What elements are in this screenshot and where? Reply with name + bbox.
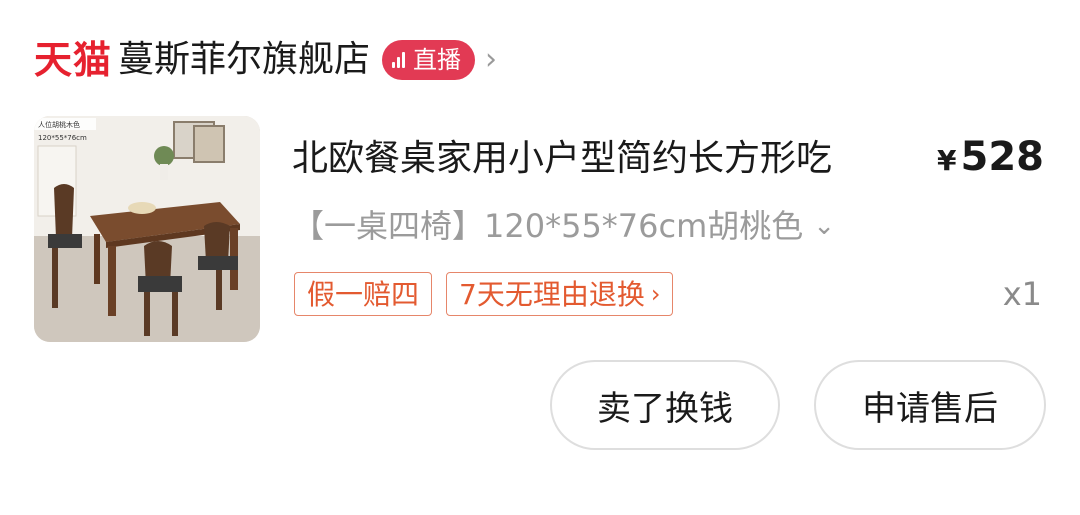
product-price: ¥ 528	[937, 134, 1044, 180]
tag-label: 7天无理由退换	[459, 277, 645, 311]
tag-return-policy[interactable]: 7天无理由退换 ›	[446, 272, 674, 316]
product-thumbnail[interactable]: 人位胡桃木色 120*55*76cm	[34, 116, 260, 342]
live-bars-icon	[392, 52, 407, 68]
live-badge-label: 直播	[413, 46, 462, 74]
live-badge[interactable]: 直播	[382, 40, 476, 80]
service-tags: 假一赔四 7天无理由退换 ›	[294, 272, 687, 316]
chevron-right-icon: ›	[650, 279, 661, 308]
price-currency-symbol: ¥	[937, 144, 957, 177]
sell-button[interactable]: 卖了换钱	[550, 360, 780, 450]
price-value: 528	[960, 134, 1045, 180]
shop-header[interactable]: 天猫 蔓斯菲尔旗舰店 直播 ›	[34, 34, 497, 86]
chevron-right-icon[interactable]: ›	[485, 45, 497, 75]
sku-text: 【一桌四椅】120*55*76cm胡桃色	[292, 207, 804, 245]
tmall-logo: 天猫	[34, 38, 113, 82]
shop-name[interactable]: 蔓斯菲尔旗舰店	[118, 42, 370, 78]
tag-fake-compensation: 假一赔四	[294, 272, 433, 316]
thumbnail-caption-1: 人位胡桃木色	[38, 120, 80, 129]
quantity: x1	[1002, 275, 1042, 313]
chevron-down-icon: ⌄	[813, 211, 836, 241]
dining-table-image-icon: 人位胡桃木色 120*55*76cm	[34, 116, 260, 342]
thumbnail-caption-2: 120*55*76cm	[38, 134, 87, 142]
tag-label: 假一赔四	[307, 277, 420, 311]
after-sales-button[interactable]: 申请售后	[814, 360, 1046, 450]
product-title[interactable]: 北欧餐桌家用小户型简约长方形吃	[292, 136, 832, 182]
sku-selector[interactable]: 【一桌四椅】120*55*76cm胡桃色 ⌄	[292, 204, 835, 248]
